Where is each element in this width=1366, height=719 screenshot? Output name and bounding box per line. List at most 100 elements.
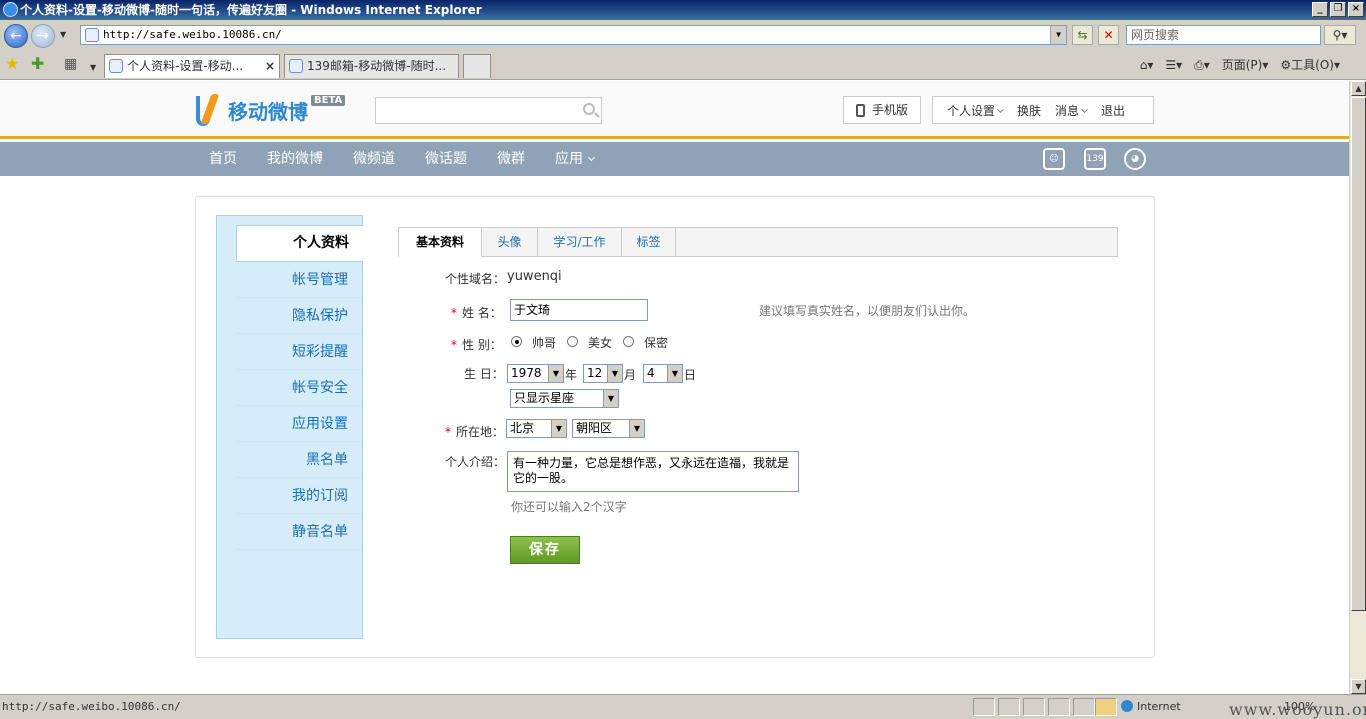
birth-day-select[interactable]: 4 ▼ (643, 364, 683, 383)
contacts-icon[interactable]: ☺ (1043, 148, 1065, 170)
watermark-text: www.wooyun.org (1229, 700, 1366, 719)
favorites-star-icon[interactable]: ★ (5, 56, 19, 72)
feeds-icon[interactable]: ☰▾ (1165, 56, 1182, 74)
tab-education-work[interactable]: 学习/工作 (538, 228, 622, 256)
user-menu: 个人设置 换肤 消息 退出 (932, 96, 1154, 124)
scroll-thumb[interactable] (1351, 97, 1366, 611)
new-tab-button[interactable] (463, 54, 491, 78)
dropdown-arrow-icon: ▼ (667, 365, 682, 382)
birth-month-select[interactable]: 12 ▼ (583, 364, 623, 383)
search-icon[interactable]: ⚲▾ (1324, 25, 1356, 45)
refresh-icon[interactable]: ⇆ (1072, 25, 1093, 45)
restore-icon[interactable]: ❐ (1330, 2, 1346, 17)
sidebar-item-mute-list[interactable]: 静音名单 (236, 514, 362, 550)
skin-link[interactable]: 换肤 (1017, 102, 1041, 119)
mobile-version-button[interactable]: 手机版 (843, 96, 921, 124)
nav-apps[interactable]: 应用 (555, 142, 596, 176)
gender-secret-label: 保密 (644, 336, 669, 350)
sidebar-item-privacy[interactable]: 隐私保护 (236, 298, 362, 334)
status-cell (1023, 698, 1045, 716)
district-select[interactable]: 朝阳区 ▼ (572, 419, 645, 438)
sidebar-item-blacklist[interactable]: 黑名单 (236, 442, 362, 478)
nav-my-weibo[interactable]: 我的微博 (267, 142, 323, 176)
status-cell (998, 698, 1020, 716)
sidebar-item-subscriptions[interactable]: 我的订阅 (236, 478, 362, 514)
page-icon (85, 28, 99, 42)
window-title-bar: 个人资料-设置-移动微博-随时一句话，传遍好友圈 - Windows Inter… (0, 0, 1366, 20)
nav-topics[interactable]: 微话题 (425, 142, 467, 176)
nav-home[interactable]: 首页 (209, 142, 237, 176)
logo-text: 移动微博 (228, 99, 308, 124)
add-favorite-icon[interactable]: ✚ (31, 56, 44, 72)
nav-apps-label: 应用 (555, 151, 583, 167)
gender-label: * 性 别： (451, 336, 502, 353)
page-viewport: 移动微博 BETA 手机版 个人设置 换肤 消息 退出 首页 我的微博 微频道 … (0, 81, 1349, 694)
province-select[interactable]: 北京 ▼ (506, 419, 567, 438)
chevron-down-icon (587, 153, 596, 162)
globe-icon (1121, 700, 1133, 712)
birth-day-value: 4 (647, 366, 655, 380)
tab-close-icon[interactable]: × (265, 55, 275, 77)
tab-mail[interactable]: 139邮箱-移动微博-随时... (284, 54, 459, 78)
mobile-version-label: 手机版 (872, 103, 909, 117)
sidebar-item-app-settings[interactable]: 应用设置 (236, 406, 362, 442)
tab-profile[interactable]: 个人资料-设置-移动... × (104, 54, 280, 78)
name-label-text: 姓 名： (462, 306, 502, 320)
messages-link[interactable]: 消息 (1055, 102, 1089, 119)
sidebar-item-account[interactable]: 帐号管理 (236, 262, 362, 298)
search-icon[interactable] (583, 103, 595, 115)
tab-avatar[interactable]: 头像 (482, 228, 538, 256)
address-bar[interactable]: http://safe.weibo.10086.cn/ ▼ (80, 25, 1067, 45)
intro-textarea[interactable]: 有一种力量，它总是想作恶，又永远在造福，我就是它的一股。 (507, 451, 799, 492)
gender-male-radio[interactable] (511, 336, 522, 347)
gender-female-radio[interactable] (567, 336, 578, 347)
home-icon[interactable]: ⌂▾ (1140, 56, 1154, 74)
beta-badge: BETA (311, 95, 346, 106)
name-input[interactable]: 于文琦 (510, 299, 648, 321)
vertical-scrollbar[interactable]: ▲ ▼ (1349, 81, 1366, 694)
mail-139-icon[interactable]: 139 (1084, 148, 1106, 170)
scroll-up-icon[interactable]: ▲ (1351, 81, 1366, 96)
nav-channel[interactable]: 微频道 (353, 142, 395, 176)
sidebar-item-sms-alerts[interactable]: 短彩提醒 (236, 334, 362, 370)
logout-link[interactable]: 退出 (1101, 102, 1125, 119)
back-button[interactable]: ← (4, 24, 28, 48)
minimize-icon[interactable]: _ (1312, 2, 1328, 17)
birthday-label: 生 日： (464, 367, 504, 381)
page-menu-label: 页面(P) (1221, 58, 1263, 72)
personal-settings-link[interactable]: 个人设置 (947, 102, 1005, 119)
settings-sidebar: 个人资料 帐号管理 隐私保护 短彩提醒 帐号安全 应用设置 黑名单 我的订阅 静… (216, 215, 363, 639)
site-logo[interactable]: 移动微博 BETA (194, 93, 346, 127)
stop-icon[interactable]: ✕ (1098, 25, 1119, 45)
security-zone[interactable]: Internet (1121, 695, 1181, 719)
tab-tags[interactable]: 标签 (622, 228, 676, 256)
tab-basic-info[interactable]: 基本资料 (399, 228, 482, 257)
command-bar: ⌂▾ ☰▾ ⎙▾ 页面(P)▾ ⚙工具(O)▾ (1140, 56, 1340, 74)
site-search-input[interactable] (375, 97, 602, 124)
address-dropdown-icon[interactable]: ▼ (1050, 26, 1066, 44)
print-icon[interactable]: ⎙▾ (1194, 56, 1210, 74)
browser-search-input[interactable]: 网页搜索 (1126, 25, 1321, 45)
status-cell (973, 698, 995, 716)
tab-list-icon[interactable]: ▼ (90, 60, 96, 76)
sidebar-item-security[interactable]: 帐号安全 (236, 370, 362, 406)
chevron-down-icon (1081, 105, 1089, 113)
scroll-down-icon[interactable]: ▼ (1351, 679, 1366, 694)
birth-year-select[interactable]: 1978 ▼ (507, 364, 564, 383)
tools-menu[interactable]: ⚙工具(O)▾ (1280, 56, 1340, 74)
nav-groups[interactable]: 微群 (497, 142, 525, 176)
required-mark: * (451, 306, 457, 320)
tab-label: 139邮箱-移动微博-随时... (307, 59, 447, 73)
page-menu[interactable]: 页面(P)▾ (1222, 56, 1269, 74)
protected-mode-icon[interactable] (1095, 698, 1117, 716)
quick-tabs-icon[interactable]: ▦ (64, 56, 77, 72)
save-button[interactable]: 保存 (510, 536, 580, 564)
sidebar-item-profile[interactable]: 个人资料 (236, 225, 363, 262)
close-icon[interactable]: × (1348, 2, 1364, 17)
gender-secret-radio[interactable] (623, 336, 634, 347)
forward-button[interactable]: → (31, 24, 55, 48)
history-dropdown-icon[interactable]: ▼ (60, 30, 66, 39)
chat-icon[interactable]: ◕ (1124, 148, 1146, 170)
birthday-privacy-select[interactable]: 只显示星座 ▼ (510, 389, 619, 408)
zone-label: Internet (1137, 700, 1181, 713)
